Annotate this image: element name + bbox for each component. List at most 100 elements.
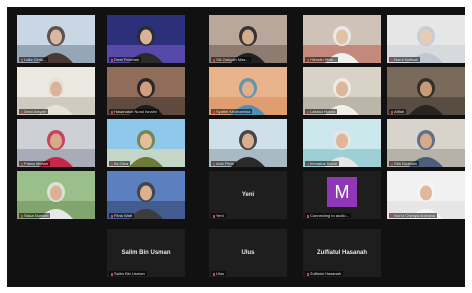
participant-video <box>107 67 185 115</box>
participant-tile[interactable]: Dewi Aisyah <box>17 67 95 115</box>
participant-video <box>107 119 185 167</box>
muted-mic-icon <box>307 272 309 276</box>
participant-name-label: Lailatul Husna <box>305 109 338 114</box>
participant-name: Salim Bin Usman <box>114 271 145 276</box>
muted-mic-icon <box>111 272 113 276</box>
participant-display-name: Yeni <box>241 192 255 199</box>
participant-video <box>303 119 381 167</box>
muted-mic-icon <box>21 162 23 166</box>
participant-video <box>387 171 465 219</box>
participant-name: Hasanatun Nurul Isnaini <box>114 109 157 114</box>
participant-name: Fatwa Mimah <box>24 161 49 166</box>
participant-video <box>17 171 95 219</box>
participant-video <box>303 67 381 115</box>
participant-video <box>387 15 465 63</box>
participant-tile[interactable]: Syafitri Khoirunnisa <box>209 67 287 115</box>
muted-mic-icon <box>307 162 309 166</box>
participant-name: Ita Citra <box>114 161 129 166</box>
muted-mic-icon <box>21 58 23 62</box>
participant-tile[interactable]: M Connecting to audio... <box>303 171 381 219</box>
participant-tile[interactable]: Salim Bin Usman Salim Bin Usman <box>107 229 185 277</box>
participant-tile[interactable]: Sifa Nuaidah <box>387 119 465 167</box>
participant-name-label: Sifa Nuaidah <box>389 161 419 166</box>
participant-tile[interactable]: Siska Nurwati <box>17 171 95 219</box>
participant-name: Anis Fitria <box>216 161 234 166</box>
muted-mic-icon <box>307 214 309 218</box>
muted-mic-icon <box>111 58 113 62</box>
participant-name-label: Salim Bin Usman <box>109 271 147 276</box>
participant-name: Syafitri Khoirunnisa <box>216 109 251 114</box>
muted-mic-icon <box>391 162 393 166</box>
participant-name-label: Ulus <box>211 271 227 276</box>
participant-video <box>17 15 95 63</box>
muted-mic-icon <box>111 162 113 166</box>
participant-tile[interactable]: Fitria Wati <box>107 171 185 219</box>
participant-name: Laila Cinta... <box>24 57 47 62</box>
participant-name: Yeni <box>216 213 224 218</box>
participant-name: Lailatul Husna <box>310 109 336 114</box>
participant-name: Siska Nurwati <box>24 213 49 218</box>
participant-name: Dewi Rohmah <box>114 57 140 62</box>
participant-video <box>387 67 465 115</box>
participant-video <box>209 119 287 167</box>
avatar: M <box>327 177 357 207</box>
participant-tile[interactable]: Ulus Ulus <box>209 229 287 277</box>
participant-tile[interactable]: Laila Cinta... <box>17 15 95 63</box>
participant-video <box>107 15 185 63</box>
participant-name: Fitria Wati <box>114 213 132 218</box>
participant-tile[interactable]: Lailatul Husna <box>303 67 381 115</box>
participant-name-label: Ita Citra <box>109 161 131 166</box>
participant-tile[interactable]: Nurul Nafisah <box>387 15 465 63</box>
participant-name: Zulfiatul Hasanah <box>310 271 342 276</box>
participant-tile[interactable]: Dewi Rohmah <box>107 15 185 63</box>
participant-display-name: Zulfiatul Hasanah <box>316 250 367 257</box>
participant-name-label: Dewi Rohmah <box>109 57 142 62</box>
participant-tile[interactable]: Yeni Yeni <box>209 171 287 219</box>
muted-mic-icon <box>111 110 113 114</box>
muted-mic-icon <box>213 162 215 166</box>
participant-video <box>387 119 465 167</box>
participant-tile[interactable]: Hasanatun Nurul Isnaini <box>107 67 185 115</box>
participant-name-label: Hikmah Hida... <box>305 57 339 62</box>
participant-display-name: Salim Bin Usman <box>121 250 171 257</box>
participant-name-label: Hasanatun Nurul Isnaini <box>109 109 159 114</box>
muted-mic-icon <box>213 272 215 276</box>
muted-mic-icon <box>307 58 309 62</box>
participant-name: Siti Zakiyah Mas... <box>216 57 249 62</box>
participant-name: Sifa Nuaidah <box>394 161 417 166</box>
participant-name-label: Syafitri Khoirunnisa <box>211 109 253 114</box>
participant-name-label: Yeni <box>211 213 226 218</box>
participant-tile[interactable]: Hikmah Hida... <box>303 15 381 63</box>
participant-tile[interactable]: Anis Fitria <box>209 119 287 167</box>
muted-mic-icon <box>213 214 215 218</box>
participant-tile[interactable]: Imroatus Saida <box>303 119 381 167</box>
muted-mic-icon <box>391 58 393 62</box>
participant-tile[interactable]: Afifah <box>387 67 465 115</box>
participant-video <box>17 67 95 115</box>
participant-name: Afifah <box>394 109 405 114</box>
participant-name-label: Afifah <box>389 109 407 114</box>
participant-name: Imroatus Saida <box>310 161 337 166</box>
participant-display-name: Ulus <box>241 250 255 257</box>
participant-name-label: Connecting to audio... <box>305 213 351 218</box>
participant-video <box>107 171 185 219</box>
muted-mic-icon <box>21 110 23 114</box>
muted-mic-icon <box>307 110 309 114</box>
participant-name-label: Imroatus Saida <box>305 161 339 166</box>
participant-name: Nurul Nafisah <box>394 57 419 62</box>
participant-name-label: Laila Cinta... <box>19 57 49 62</box>
muted-mic-icon <box>391 110 393 114</box>
participant-tile[interactable]: Fatwa Mimah <box>17 119 95 167</box>
participant-name: Ulus <box>216 271 225 276</box>
muted-mic-icon <box>391 214 393 218</box>
participant-name: Dewi Aisyah <box>24 109 46 114</box>
participant-name-label: Siska Nurwati <box>19 213 51 218</box>
participant-name: Hikmah Hida... <box>310 57 337 62</box>
participant-tile[interactable]: Ita Citra <box>107 119 185 167</box>
participant-tile[interactable]: Siti Zakiyah Mas... <box>209 15 287 63</box>
participant-tile[interactable]: Nur'ul Chintya Ardriana <box>387 171 465 219</box>
participant-tile[interactable]: Zulfiatul Hasanah Zulfiatul Hasanah <box>303 229 381 277</box>
participant-name-label: Fatwa Mimah <box>19 161 51 166</box>
participant-video <box>209 15 287 63</box>
meeting-gallery-view: Laila Cinta... Dewi Rohmah Siti Zakiyah … <box>7 7 465 287</box>
